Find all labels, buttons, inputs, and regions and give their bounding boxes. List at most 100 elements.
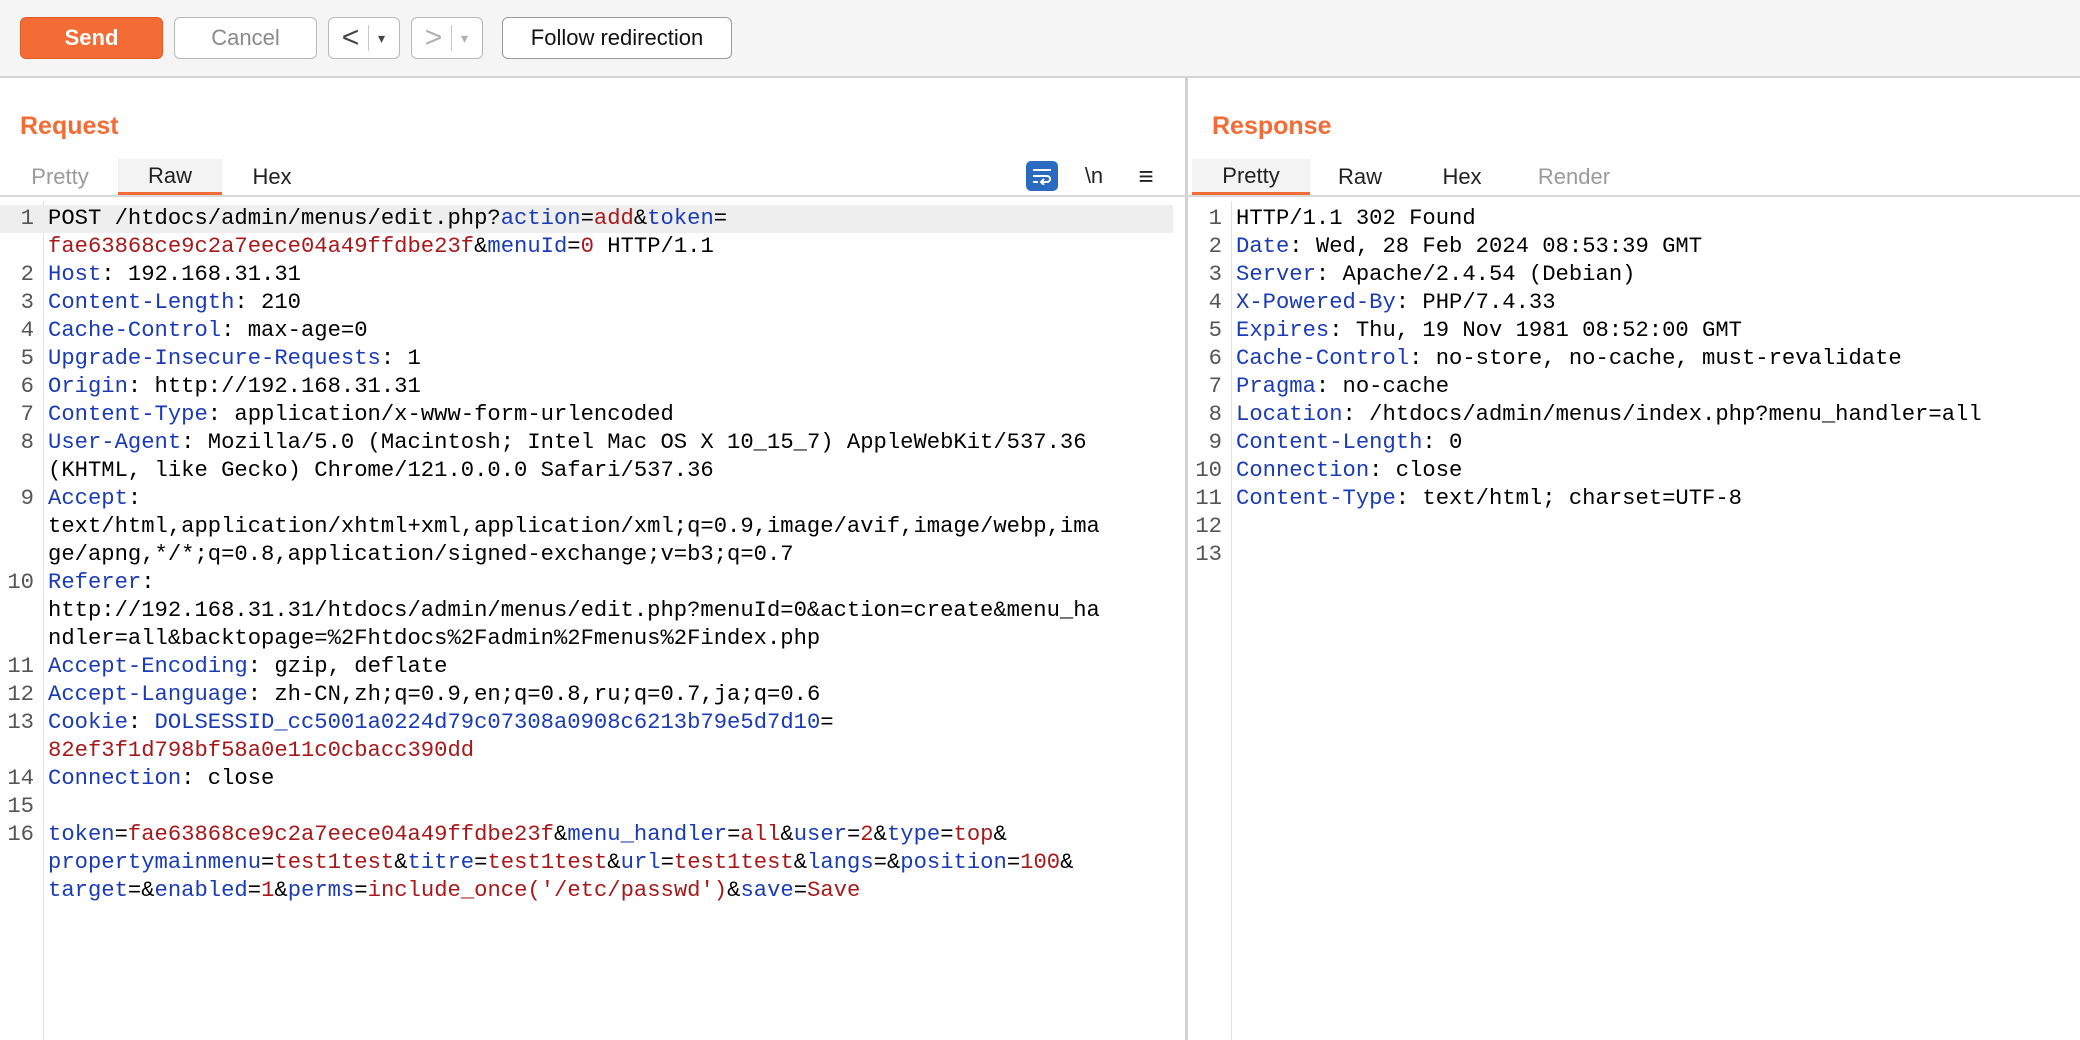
menu-icon[interactable]: ≡ xyxy=(1132,160,1160,192)
follow-redirection-button[interactable]: Follow redirection xyxy=(502,17,732,59)
code-text: token=fae63868ce9c2a7eece04a49ffdbe23f&m… xyxy=(48,822,1007,847)
code-text: Accept: xyxy=(48,486,142,511)
code-line: 4 Cache-Control: max-age=0 xyxy=(0,317,1173,345)
code-text: Host: 192.168.31.31 xyxy=(48,262,301,287)
forward-arrow-icon: > xyxy=(424,21,443,54)
line-number: 9 xyxy=(20,486,34,511)
code-line: http://192.168.31.31/htdocs/admin/menus/… xyxy=(0,597,1173,625)
tab-hex[interactable]: Hex xyxy=(222,159,322,195)
line-number: 11 xyxy=(7,654,34,679)
request-pane: Request Pretty Raw Hex \n ≡ 1 POST /htdoc… xyxy=(0,78,1185,1040)
code-text: Origin: http://192.168.31.31 xyxy=(48,374,421,399)
tab-raw[interactable]: Raw xyxy=(1310,159,1410,195)
code-line: 5 Upgrade-Insecure-Requests: 1 xyxy=(0,345,1173,373)
code-text: Cache-Control: max-age=0 xyxy=(48,318,368,343)
send-button[interactable]: Send xyxy=(20,17,163,59)
response-pane: Response Pretty Raw Hex Render 1 HTTP/1.1… xyxy=(1188,78,2080,1040)
code-line: 2 Host: 192.168.31.31 xyxy=(0,261,1173,289)
line-number: 4 xyxy=(1208,290,1222,315)
line-number: 9 xyxy=(1208,430,1222,455)
code-text: ndler=all&backtopage=%2Fhtdocs%2Fadmin%2… xyxy=(48,626,821,651)
code-text: target=&enabled=1&perms=include_once('/e… xyxy=(48,878,861,903)
code-text: POST /htdocs/admin/menus/edit.php?action… xyxy=(48,206,728,231)
code-line: 2 Date: Wed, 28 Feb 2024 08:53:39 GMT xyxy=(1188,233,2068,261)
tab-pretty[interactable]: Pretty xyxy=(10,159,110,195)
code-line: 5 Expires: Thu, 19 Nov 1981 08:52:00 GMT xyxy=(1188,317,2068,345)
response-title: Response xyxy=(1212,112,1332,140)
line-number: 14 xyxy=(7,766,34,791)
forward-button[interactable]: > ▾ xyxy=(411,17,483,59)
code-line: 9 Accept: xyxy=(0,485,1173,513)
code-line: 8 User-Agent: Mozilla/5.0 (Macintosh; Int… xyxy=(0,429,1173,457)
tab-raw[interactable]: Raw xyxy=(118,159,222,195)
request-tabs: Pretty Raw Hex xyxy=(0,159,1185,197)
code-text: HTTP/1.1 302 Found xyxy=(1236,206,1476,231)
response-tabs: Pretty Raw Hex Render xyxy=(1188,159,2080,197)
code-text: http://192.168.31.31/htdocs/admin/menus/… xyxy=(48,598,1100,623)
code-text: Accept-Encoding: gzip, deflate xyxy=(48,654,448,679)
code-line: 11 Accept-Encoding: gzip, deflate xyxy=(0,653,1173,681)
line-number: 16 xyxy=(7,822,34,847)
line-number: 6 xyxy=(20,374,34,399)
code-text: Content-Length: 210 xyxy=(48,290,301,315)
line-number: 7 xyxy=(1208,374,1222,399)
request-editor[interactable]: 1 POST /htdocs/admin/menus/edit.php?actio… xyxy=(0,201,1185,1040)
code-line: 3 Content-Length: 210 xyxy=(0,289,1173,317)
word-wrap-toggle[interactable] xyxy=(1026,160,1058,192)
code-text: Referer: xyxy=(48,570,155,595)
code-line: 7 Pragma: no-cache xyxy=(1188,373,2068,401)
back-button[interactable]: < ▾ xyxy=(328,17,400,59)
line-number: 5 xyxy=(1208,318,1222,343)
code-text: Location: /htdocs/admin/menus/index.php?… xyxy=(1236,402,1982,427)
toolbar: Send Cancel < ▾ > ▾ Follow redirection xyxy=(0,0,2080,78)
line-number: 12 xyxy=(1195,514,1222,539)
line-number: 13 xyxy=(7,710,34,735)
code-line: 10 Referer: xyxy=(0,569,1173,597)
line-number: 7 xyxy=(20,402,34,427)
code-line: 1 POST /htdocs/admin/menus/edit.php?actio… xyxy=(0,205,1173,233)
wrap-icon xyxy=(1026,161,1058,191)
code-text: Upgrade-Insecure-Requests: 1 xyxy=(48,346,421,371)
line-number: 2 xyxy=(20,262,34,287)
code-text: Accept-Language: zh-CN,zh;q=0.9,en;q=0.8… xyxy=(48,682,821,707)
back-arrow-icon: < xyxy=(341,21,360,54)
code-line: 13 Cookie: DOLSESSID_cc5001a0224d79c07308… xyxy=(0,709,1173,737)
code-text: propertymainmenu=test1test&titre=test1te… xyxy=(48,850,1074,875)
code-line: 9 Content-Length: 0 xyxy=(1188,429,2068,457)
code-text: Pragma: no-cache xyxy=(1236,374,1450,399)
chevron-down-icon[interactable]: ▾ xyxy=(452,30,478,47)
code-line: ge/apng,*/*;q=0.8,application/signed-exc… xyxy=(0,541,1173,569)
code-text: Cookie: DOLSESSID_cc5001a0224d79c07308a0… xyxy=(48,710,834,735)
code-line: (KHTML, like Gecko) Chrome/121.0.0.0 Saf… xyxy=(0,457,1173,485)
line-number: 2 xyxy=(1208,234,1222,259)
tab-pretty[interactable]: Pretty xyxy=(1192,159,1310,195)
code-text: Content-Length: 0 xyxy=(1236,430,1463,455)
code-line: 12 xyxy=(1188,513,2068,541)
line-number: 10 xyxy=(1195,458,1222,483)
newline-toggle[interactable]: \n xyxy=(1080,160,1108,192)
chevron-down-icon[interactable]: ▾ xyxy=(369,30,395,47)
response-editor[interactable]: 1 HTTP/1.1 302 Found 2 Date: Wed, 28 Feb 20… xyxy=(1188,201,2080,1040)
code-line: 11 Content-Type: text/html; charset=UTF-8 xyxy=(1188,485,2068,513)
code-line: fae63868ce9c2a7eece04a49ffdbe23f&menuId=… xyxy=(0,233,1173,261)
code-text: Connection: close xyxy=(48,766,275,791)
code-text: Date: Wed, 28 Feb 2024 08:53:39 GMT xyxy=(1236,234,1703,259)
code-line: 13 xyxy=(1188,541,2068,569)
line-number: 1 xyxy=(20,206,34,231)
line-number: 3 xyxy=(20,290,34,315)
tab-hex[interactable]: Hex xyxy=(1412,159,1512,195)
code-line: 7 Content-Type: application/x-www-form-ur… xyxy=(0,401,1173,429)
line-number: 5 xyxy=(20,346,34,371)
line-number: 3 xyxy=(1208,262,1222,287)
code-line: 1 HTTP/1.1 302 Found xyxy=(1188,205,2068,233)
tab-render[interactable]: Render xyxy=(1514,159,1634,195)
code-line: 15 xyxy=(0,793,1173,821)
code-text: (KHTML, like Gecko) Chrome/121.0.0.0 Saf… xyxy=(48,458,714,483)
line-number: 8 xyxy=(1208,402,1222,427)
line-number: 11 xyxy=(1195,486,1222,511)
line-number: 1 xyxy=(1208,206,1222,231)
code-text: fae63868ce9c2a7eece04a49ffdbe23f&menuId=… xyxy=(48,234,714,259)
cancel-button[interactable]: Cancel xyxy=(174,17,317,59)
code-text: Server: Apache/2.4.54 (Debian) xyxy=(1236,262,1636,287)
code-line: target=&enabled=1&perms=include_once('/e… xyxy=(0,877,1173,905)
